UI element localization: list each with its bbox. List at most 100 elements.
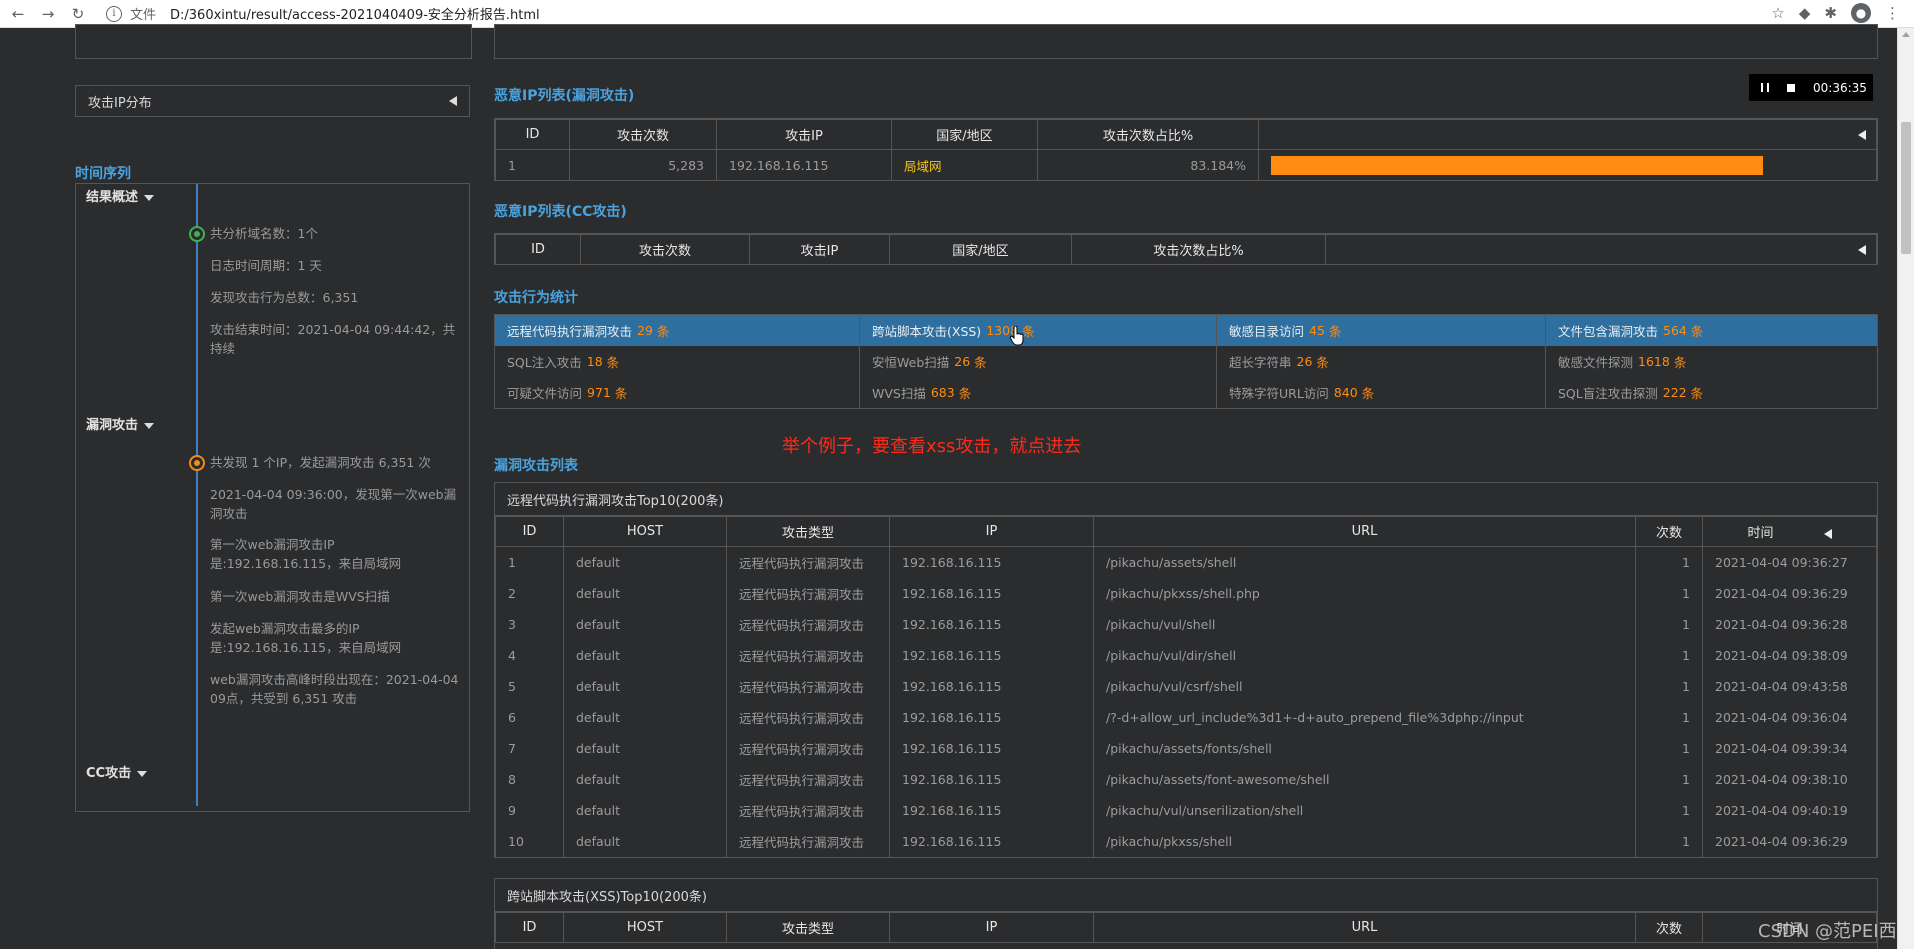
- stat-cell[interactable]: 敏感目录访问 45 条: [1216, 315, 1545, 346]
- collapse-arrow-icon[interactable]: [449, 96, 457, 106]
- bookmark-star-icon[interactable]: ☆: [1771, 4, 1784, 22]
- page-scrollbar[interactable]: [1897, 28, 1914, 949]
- media-control[interactable]: 00:36:35: [1749, 74, 1873, 101]
- table-row[interactable]: 1 5,283 192.168.16.115 局域网 83.184%: [495, 149, 1877, 181]
- col-header[interactable]: 攻击类型: [726, 912, 890, 943]
- timeline-panel: 结果概述 共分析域名数：1个 日志时间周期：1 天 发现攻击行为总数：6,351…: [75, 183, 470, 812]
- cell-n: 1: [1635, 732, 1703, 764]
- col-header[interactable]: ID: [495, 234, 581, 265]
- stat-unit: 条: [1328, 324, 1342, 339]
- table-row[interactable]: 3 default 远程代码执行漏洞攻击 192.168.16.115/pikachu…: [495, 608, 1877, 640]
- address-url[interactable]: D:/360xintu/result/access-2021040409-安全分…: [170, 4, 540, 23]
- ip-distribution-panel[interactable]: 攻击IP分布: [75, 85, 470, 117]
- profile-avatar-icon[interactable]: ●: [1851, 3, 1871, 23]
- table-row[interactable]: 8 default 远程代码执行漏洞攻击 192.168.16.115/pikachu…: [495, 763, 1877, 795]
- cell-url[interactable]: /pikachu/assets/fonts/shell: [1093, 732, 1636, 764]
- back-icon[interactable]: ←: [6, 2, 30, 26]
- table-row[interactable]: 9 default 远程代码执行漏洞攻击 192.168.16.115/pikachu…: [495, 794, 1877, 826]
- collapse-arrow-icon[interactable]: [1858, 244, 1866, 255]
- stat-cell[interactable]: 文件包含漏洞攻击 564 条: [1545, 315, 1877, 346]
- col-header[interactable]: 时间: [1702, 516, 1877, 547]
- table-row[interactable]: 2 default 远程代码执行漏洞攻击 192.168.16.115/pikachu…: [495, 577, 1877, 609]
- col-header[interactable]: 攻击IP: [749, 234, 890, 265]
- col-header[interactable]: 攻击IP: [716, 119, 892, 150]
- cell-url[interactable]: /pikachu/pkxss/shell: [1093, 825, 1636, 857]
- col-header[interactable]: IP: [889, 516, 1094, 547]
- forward-icon[interactable]: →: [36, 2, 60, 26]
- collapse-arrow-icon[interactable]: [1823, 528, 1832, 539]
- cell-n: 1: [1635, 670, 1703, 702]
- timeline-group-vuln[interactable]: 漏洞攻击: [86, 414, 155, 433]
- col-header[interactable]: 攻击次数: [569, 119, 717, 150]
- col-header[interactable]: 攻击次数占比%: [1037, 119, 1259, 150]
- caret-down-icon: [137, 770, 148, 777]
- collapse-cell[interactable]: [1325, 234, 1877, 265]
- address-bar[interactable]: i 文件 D:/360xintu/result/access-202104040…: [106, 3, 540, 25]
- stat-cell[interactable]: 远程代码执行漏洞攻击 29 条: [495, 315, 859, 346]
- col-header[interactable]: HOST: [563, 912, 727, 943]
- stat-cell[interactable]: 跨站脚本攻击(XSS) 1308 条: [859, 315, 1216, 346]
- table-row[interactable]: 10 default 远程代码执行漏洞攻击 192.168.16.115/pikach…: [495, 825, 1877, 857]
- collapse-cell[interactable]: [1258, 119, 1877, 150]
- stat-unit: 条: [1673, 355, 1687, 370]
- stat-cell[interactable]: 超长字符串 26 条: [1216, 346, 1545, 377]
- stat-cell[interactable]: 安恒Web扫描 26 条: [859, 346, 1216, 377]
- stat-cell[interactable]: 特殊字符URL访问 840 条: [1216, 377, 1545, 408]
- cell-url[interactable]: /pikachu/vul/unserilization/shell: [1093, 794, 1636, 826]
- cell-url[interactable]: /?-d+allow_url_include%3d1+-d+auto_prepe…: [1093, 701, 1636, 733]
- timeline-group-cc[interactable]: CC攻击: [86, 762, 148, 781]
- table-row[interactable]: 4 default 远程代码执行漏洞攻击 192.168.16.115/pikachu…: [495, 639, 1877, 671]
- cell-url[interactable]: /pikachu/pkxss/shell.php: [1093, 577, 1636, 609]
- table-row[interactable]: 5 default 远程代码执行漏洞攻击 192.168.16.115/pikachu…: [495, 670, 1877, 702]
- col-header[interactable]: IP: [889, 912, 1094, 943]
- collapse-arrow-icon[interactable]: [1858, 129, 1866, 140]
- table-row[interactable]: 6 default 远程代码执行漏洞攻击 192.168.16.115/?-d+all…: [495, 701, 1877, 733]
- col-header[interactable]: 次数: [1635, 912, 1703, 943]
- cell-url[interactable]: /pikachu/assets/font-awesome/shell: [1093, 763, 1636, 795]
- table-row[interactable]: 1 default 远程代码执行漏洞攻击 192.168.16.115/pikachu…: [495, 546, 1877, 578]
- col-header[interactable]: 次数: [1635, 516, 1703, 547]
- stat-cell[interactable]: SQL注入攻击 18 条: [495, 346, 859, 377]
- col-header[interactable]: ID: [495, 912, 564, 943]
- col-header[interactable]: ID: [495, 516, 564, 547]
- reload-icon[interactable]: ↻: [66, 2, 90, 26]
- cell-region: 局域网: [891, 149, 1038, 181]
- extensions-icon[interactable]: ✱: [1824, 4, 1837, 22]
- scroll-up-icon[interactable]: [1902, 32, 1910, 37]
- scrollbar-thumb[interactable]: [1901, 122, 1911, 254]
- stat-cell[interactable]: WVS扫描 683 条: [859, 377, 1216, 408]
- col-header[interactable]: 国家/地区: [889, 234, 1072, 265]
- menu-icon[interactable]: ⋮: [1885, 4, 1900, 22]
- cell-type: 远程代码执行漏洞攻击: [726, 701, 890, 733]
- timeline-item: 2021-04-04 09:36:00，发现第一次web漏洞攻击: [210, 487, 457, 521]
- cell-url[interactable]: /pikachu/vul/dir/shell: [1093, 639, 1636, 671]
- cell-id: 1: [495, 149, 570, 181]
- stat-cell[interactable]: 可疑文件访问 971 条: [495, 377, 859, 408]
- timeline-item: 第一次web漏洞攻击IP是:192.168.16.115，来自局域网: [210, 537, 402, 571]
- table-row[interactable]: 7 default 远程代码执行漏洞攻击 192.168.16.115/pikachu…: [495, 732, 1877, 764]
- col-header[interactable]: 国家/地区: [891, 119, 1038, 150]
- col-header[interactable]: 攻击类型: [726, 516, 890, 547]
- timeline-item: 攻击结束时间：2021-04-04 09:44:42，共持续: [210, 322, 456, 356]
- pause-icon[interactable]: [1761, 83, 1769, 92]
- stat-cell[interactable]: SQL盲注攻击探测 222 条: [1545, 377, 1877, 408]
- col-header[interactable]: 攻击次数: [580, 234, 750, 265]
- col-header[interactable]: ID: [495, 119, 570, 150]
- stat-cell[interactable]: 敏感文件探测 1618 条: [1545, 346, 1877, 377]
- layers-icon[interactable]: ◆: [1799, 4, 1811, 22]
- info-icon[interactable]: i: [106, 5, 122, 22]
- stop-icon[interactable]: [1787, 83, 1795, 92]
- col-header[interactable]: URL: [1093, 516, 1636, 547]
- col-header[interactable]: 攻击次数占比%: [1071, 234, 1326, 265]
- cell-type: 远程代码执行漏洞攻击: [726, 639, 890, 671]
- cell-url[interactable]: /pikachu/vul/shell: [1093, 608, 1636, 640]
- cell-url[interactable]: /pikachu/vul/csrf/shell: [1093, 670, 1636, 702]
- timeline-group-summary[interactable]: 结果概述: [86, 186, 155, 205]
- col-header[interactable]: URL: [1093, 912, 1636, 943]
- timeline-axis: [196, 184, 198, 806]
- cell-ip: 192.168.16.115: [889, 825, 1094, 857]
- cell-url[interactable]: /pikachu/assets/shell: [1093, 546, 1636, 578]
- col-header[interactable]: HOST: [563, 516, 727, 547]
- cell-type: 远程代码执行漏洞攻击: [726, 608, 890, 640]
- timeline-dot-icon: [189, 226, 205, 242]
